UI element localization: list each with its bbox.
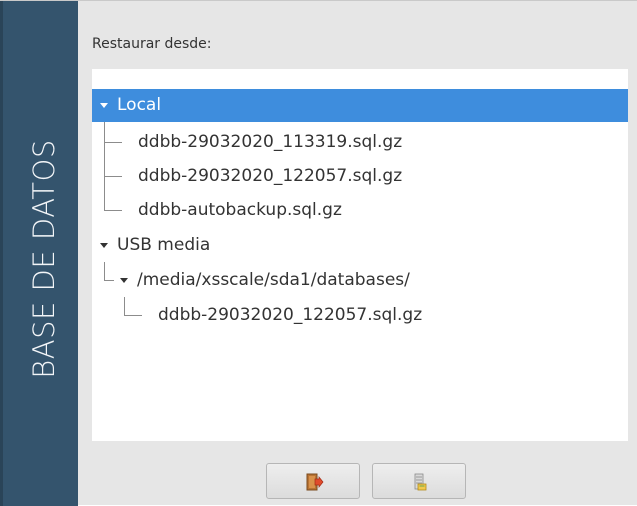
tree-item-label: ddbb-29032020_122057.sql.gz bbox=[158, 305, 423, 325]
tree-item-file[interactable]: ddbb-29032020_113319.sql.gz bbox=[92, 126, 628, 159]
restore-database-button[interactable] bbox=[372, 463, 466, 499]
expand-arrow-icon[interactable] bbox=[100, 103, 108, 108]
tree-node-usb-media[interactable]: USB media bbox=[92, 229, 628, 262]
tree-node-label: USB media bbox=[117, 235, 211, 255]
tree-item-file[interactable]: ddbb-29032020_122057.sql.gz bbox=[92, 160, 628, 193]
tree-item-file[interactable]: ddbb-29032020_122057.sql.gz bbox=[92, 299, 628, 332]
tree-item-label: ddbb-autobackup.sql.gz bbox=[138, 200, 342, 220]
expand-arrow-icon[interactable] bbox=[120, 278, 128, 283]
exit-button[interactable] bbox=[266, 463, 360, 499]
tree-item-file[interactable]: ddbb-autobackup.sql.gz bbox=[92, 194, 628, 227]
database-restore-window: BASE DE DATOS Restaurar desde: Local ddb… bbox=[0, 0, 637, 506]
tree-node-label: Local bbox=[117, 95, 162, 115]
backup-source-tree: Local ddbb-29032020_113319.sql.gz ddbb-2… bbox=[92, 69, 628, 441]
side-banner: BASE DE DATOS bbox=[0, 1, 78, 506]
tree-node-local[interactable]: Local bbox=[92, 89, 628, 122]
tree-node-usb-folder[interactable]: /media/xsscale/sda1/databases/ bbox=[92, 264, 628, 297]
tree-item-label: ddbb-29032020_122057.sql.gz bbox=[138, 166, 403, 186]
exit-door-icon bbox=[306, 473, 324, 491]
restore-from-label: Restaurar desde: bbox=[92, 36, 212, 52]
tree-item-label: ddbb-29032020_113319.sql.gz bbox=[138, 132, 403, 152]
side-banner-title: BASE DE DATOS bbox=[27, 139, 61, 379]
expand-arrow-icon[interactable] bbox=[100, 243, 108, 248]
restore-database-icon bbox=[414, 473, 427, 491]
tree-node-label: /media/xsscale/sda1/databases/ bbox=[137, 270, 410, 290]
